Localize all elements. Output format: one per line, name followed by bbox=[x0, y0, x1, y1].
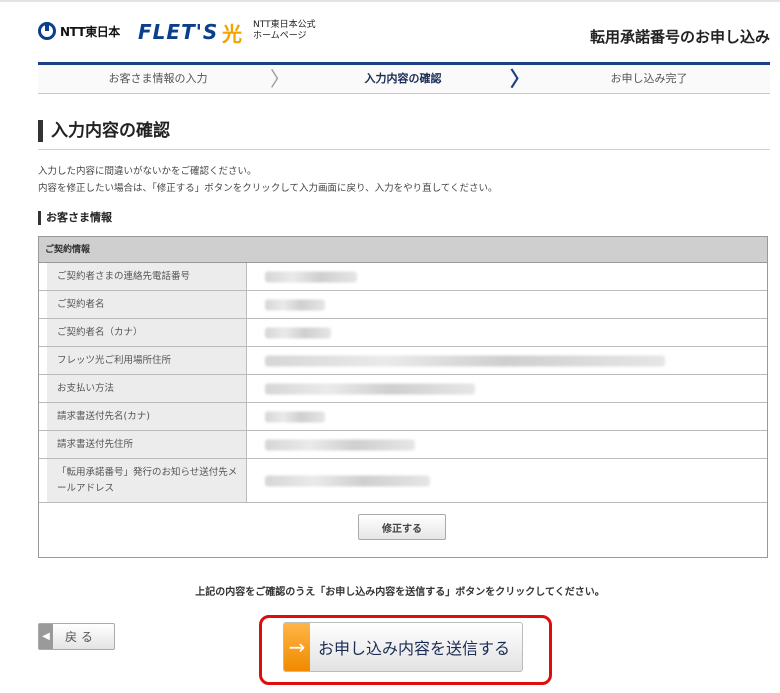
row-label: フレッツ光ご利用場所住所 bbox=[47, 347, 247, 374]
ntt-logo-icon bbox=[38, 22, 56, 40]
back-button-label: 戻 る bbox=[65, 630, 93, 644]
row-label: ご契約者名（カナ） bbox=[47, 319, 247, 346]
row-value-redacted bbox=[247, 375, 767, 402]
row-value-redacted bbox=[247, 319, 767, 346]
section-divider bbox=[38, 149, 770, 150]
arrow-right-icon: → bbox=[284, 623, 310, 671]
confirm-instruction: 上記の内容をご確認のうえ「お申し込み内容を送信する」ボタンをクリックしてください… bbox=[195, 587, 605, 598]
intro-text: 入力した内容に間違いがないかをご確認ください。 内容を修正したい場合は、「修正す… bbox=[38, 163, 498, 197]
table-row: ご契約者名 bbox=[39, 291, 767, 319]
row-value-redacted bbox=[247, 403, 767, 430]
ntt-logo-text: NTT東日本 bbox=[60, 24, 120, 39]
table-row: 「転用承諾番号」発行のお知らせ送付先メールアドレス bbox=[39, 459, 767, 503]
top-divider bbox=[0, 0, 780, 2]
customer-info-heading: お客さま情報 bbox=[38, 211, 112, 225]
corp-homepage-link[interactable]: NTT東日本公式 ホームページ bbox=[253, 20, 316, 42]
table-actions: 修正する bbox=[39, 503, 767, 551]
row-value-redacted bbox=[247, 431, 767, 458]
back-button[interactable]: ◀ 戻 る bbox=[38, 623, 115, 650]
corp-line-1: NTT東日本公式 bbox=[253, 20, 316, 30]
row-label: 「転用承諾番号」発行のお知らせ送付先メールアドレス bbox=[47, 459, 247, 502]
table-row: お支払い方法 bbox=[39, 375, 767, 403]
flets-logo[interactable]: FLET'S bbox=[138, 20, 218, 44]
row-label: 請求書送付先住所 bbox=[47, 431, 247, 458]
row-label: 請求書送付先名(カナ) bbox=[47, 403, 247, 430]
contract-info-table: ご契約情報 ご契約者さまの連絡先電話番号 ご契約者名 ご契約者名（カナ） フレッ… bbox=[38, 236, 768, 558]
row-label: ご契約者さまの連絡先電話番号 bbox=[47, 263, 247, 290]
intro-line-1: 入力した内容に間違いがないかをご確認ください。 bbox=[38, 166, 257, 177]
table-row: 請求書送付先名(カナ) bbox=[39, 403, 767, 431]
step-input: お客さま情報の入力 bbox=[108, 72, 208, 85]
site-header: NTT東日本 FLET'S 光 NTT東日本公式 ホームページ 転用承諾番号のお… bbox=[38, 18, 770, 52]
intro-line-2: 内容を修正したい場合は、「修正する」ボタンをクリックして入力画面に戻り、入力をや… bbox=[38, 183, 498, 194]
arrow-left-icon: ◀ bbox=[39, 624, 53, 649]
fix-button[interactable]: 修正する bbox=[358, 514, 446, 540]
hikari-logo: 光 bbox=[222, 22, 242, 46]
row-value-redacted bbox=[247, 347, 767, 374]
corp-line-2: ホームページ bbox=[253, 31, 307, 41]
table-row: ご契約者名（カナ） bbox=[39, 319, 767, 347]
submit-button[interactable]: → お申し込み内容を送信する bbox=[283, 622, 523, 672]
table-row: ご契約者さまの連絡先電話番号 bbox=[39, 263, 767, 291]
row-label: ご契約者名 bbox=[47, 291, 247, 318]
row-label: お支払い方法 bbox=[47, 375, 247, 402]
step-confirm: 入力内容の確認 bbox=[364, 72, 442, 85]
section-heading: 入力内容の確認 bbox=[38, 120, 170, 142]
row-value-redacted bbox=[247, 263, 767, 290]
row-value-redacted bbox=[247, 459, 767, 502]
chevron-right-icon: 〉 bbox=[510, 67, 530, 91]
step-complete: お申し込み完了 bbox=[610, 72, 688, 85]
table-row: 請求書送付先住所 bbox=[39, 431, 767, 459]
page-title: 転用承諾番号のお申し込み bbox=[589, 28, 770, 46]
table-header: ご契約情報 bbox=[39, 237, 767, 263]
progress-steps: お客さま情報の入力 〉 入力内容の確認 〉 お申し込み完了 bbox=[38, 62, 770, 94]
row-value-redacted bbox=[247, 291, 767, 318]
ntt-logo[interactable]: NTT東日本 bbox=[38, 22, 120, 40]
submit-button-label: お申し込み内容を送信する bbox=[318, 639, 511, 658]
table-row: フレッツ光ご利用場所住所 bbox=[39, 347, 767, 375]
